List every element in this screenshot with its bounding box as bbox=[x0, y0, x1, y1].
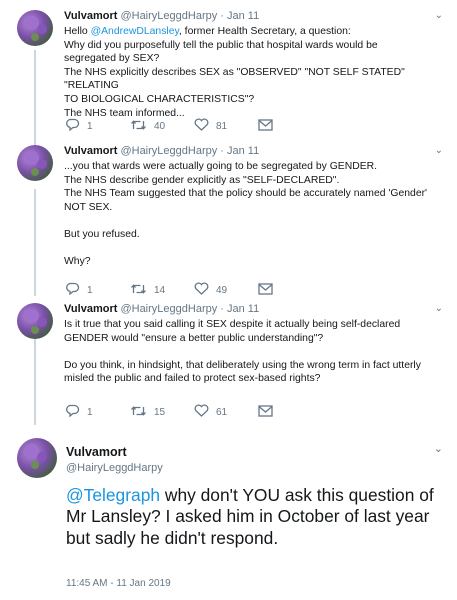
chevron-down-icon[interactable]: ⌄ bbox=[435, 10, 443, 21]
retweet-button[interactable]: 40 bbox=[130, 119, 194, 134]
envelope-icon bbox=[258, 118, 273, 134]
retweet-icon bbox=[130, 119, 147, 134]
message-button[interactable] bbox=[258, 404, 273, 420]
reply-count: 1 bbox=[87, 406, 93, 418]
separator: · bbox=[220, 303, 224, 315]
reply-button[interactable]: 1 bbox=[66, 282, 130, 298]
avatar[interactable] bbox=[17, 145, 53, 181]
retweet-icon bbox=[130, 283, 147, 298]
like-count: 81 bbox=[216, 120, 228, 132]
tweet-text: @Telegraph why don't YOU ask this questi… bbox=[66, 485, 441, 549]
author-handle[interactable]: @HairyLeggdHarpy bbox=[120, 145, 217, 157]
tweet-line: Why? bbox=[64, 256, 91, 268]
reply-icon bbox=[66, 404, 80, 420]
tweet-line: NOT SEX. bbox=[64, 201, 113, 213]
mention-link[interactable]: @Telegraph bbox=[66, 485, 160, 505]
reply-icon bbox=[66, 118, 80, 134]
message-button[interactable] bbox=[258, 118, 273, 134]
avatar[interactable] bbox=[17, 303, 53, 339]
tweet-line: GENDER would "ensure a better public und… bbox=[64, 332, 324, 344]
reply-icon bbox=[66, 282, 80, 298]
reply-button[interactable]: 1 bbox=[66, 118, 130, 134]
tweet-line: misled the public and failed to protect … bbox=[64, 373, 321, 385]
retweet-count: 15 bbox=[154, 406, 166, 418]
tweet-line: The NHS Team suggested that the policy s… bbox=[64, 188, 428, 200]
tweet-timestamp[interactable]: 11:45 AM - 11 Jan 2019 bbox=[66, 578, 171, 589]
like-count: 61 bbox=[216, 406, 228, 418]
like-button[interactable]: 61 bbox=[194, 404, 258, 420]
tweet-date[interactable]: Jan 11 bbox=[227, 10, 259, 22]
author-name[interactable]: Vulvamort bbox=[66, 445, 127, 459]
heart-icon bbox=[194, 282, 209, 298]
tweet-line: The NHS describe gender explicitly as "S… bbox=[64, 174, 340, 186]
retweet-button[interactable]: 14 bbox=[130, 283, 194, 298]
tweet-line: The NHS explicitly describes SEX as "OBS… bbox=[64, 66, 405, 92]
author-name[interactable]: Vulvamort bbox=[64, 145, 117, 157]
author-handle[interactable]: @HairyLeggdHarpy bbox=[66, 462, 163, 474]
retweet-icon bbox=[130, 405, 147, 420]
chevron-down-icon[interactable]: ⌄ bbox=[434, 442, 443, 455]
tweet-line: Hello @AndrewDLansley, former Health Sec… bbox=[64, 25, 434, 39]
greeting-rest: , former Health Secretary, a question: bbox=[178, 26, 351, 37]
tweet-line: Why did you purposefully tell the public… bbox=[64, 39, 378, 51]
envelope-icon bbox=[258, 282, 273, 298]
avatar[interactable] bbox=[17, 438, 57, 478]
tweet-line: Do you think, in hindsight, that deliber… bbox=[64, 359, 421, 371]
tweet-header: Vulvamort @HairyLeggdHarpy · Jan 11 bbox=[64, 303, 259, 315]
tweet-text: Hello @AndrewDLansley, former Health Sec… bbox=[64, 25, 434, 120]
tweet-text: ...you that wards were actually going to… bbox=[64, 160, 434, 269]
tweet-actions: 1 15 61 bbox=[66, 404, 273, 420]
reply-count: 1 bbox=[87, 284, 93, 296]
like-count: 49 bbox=[216, 284, 228, 296]
tweet[interactable]: Vulvamort @HairyLeggdHarpy · Jan 11 ⌄ Is… bbox=[0, 300, 457, 425]
like-button[interactable]: 81 bbox=[194, 118, 258, 134]
avatar[interactable] bbox=[17, 10, 53, 46]
mention-link[interactable]: @AndrewDLansley bbox=[91, 26, 179, 37]
tweet-line: Is it true that you said calling it SEX … bbox=[64, 319, 401, 330]
separator: · bbox=[220, 10, 224, 22]
retweet-count: 40 bbox=[154, 120, 166, 132]
tweet-line: TO BIOLOGICAL CHARACTERISTICS"? bbox=[64, 93, 255, 105]
tweet-actions: 1 14 49 bbox=[66, 282, 273, 298]
retweet-count: 14 bbox=[154, 284, 166, 296]
reply-count: 1 bbox=[87, 120, 93, 132]
envelope-icon bbox=[258, 404, 273, 420]
chevron-down-icon[interactable]: ⌄ bbox=[435, 145, 443, 156]
separator: · bbox=[220, 145, 224, 157]
author-handle[interactable]: @HairyLeggdHarpy bbox=[120, 10, 217, 22]
author-handle[interactable]: @HairyLeggdHarpy bbox=[120, 303, 217, 315]
message-button[interactable] bbox=[258, 282, 273, 298]
retweet-button[interactable]: 15 bbox=[130, 405, 194, 420]
greeting-text: Hello bbox=[64, 26, 91, 37]
tweet-line: segregated by SEX? bbox=[64, 53, 160, 65]
tweet-header: Vulvamort @HairyLeggdHarpy · Jan 11 bbox=[64, 145, 259, 157]
tweet-line: ...you that wards were actually going to… bbox=[64, 161, 378, 172]
like-button[interactable]: 49 bbox=[194, 282, 258, 298]
author-name[interactable]: Vulvamort bbox=[64, 303, 117, 315]
reply-button[interactable]: 1 bbox=[66, 404, 130, 420]
heart-icon bbox=[194, 404, 209, 420]
tweet-text: Is it true that you said calling it SEX … bbox=[64, 318, 434, 386]
chevron-down-icon[interactable]: ⌄ bbox=[435, 303, 443, 314]
tweet-date[interactable]: Jan 11 bbox=[227, 303, 259, 315]
heart-icon bbox=[194, 118, 209, 134]
tweet-thread: Vulvamort @HairyLeggdHarpy · Jan 11 ⌄ He… bbox=[0, 0, 457, 600]
tweet[interactable]: Vulvamort @HairyLeggdHarpy · Jan 11 ⌄ ..… bbox=[0, 142, 457, 296]
tweet-date[interactable]: Jan 11 bbox=[227, 145, 259, 157]
tweet-header: Vulvamort @HairyLeggdHarpy · Jan 11 bbox=[64, 10, 259, 22]
tweet-actions: 1 40 81 bbox=[66, 118, 273, 134]
tweet-line: But you refused. bbox=[64, 228, 140, 240]
author-name[interactable]: Vulvamort bbox=[64, 10, 117, 22]
tweet[interactable]: Vulvamort @HairyLeggdHarpy · Jan 11 ⌄ He… bbox=[0, 0, 457, 142]
